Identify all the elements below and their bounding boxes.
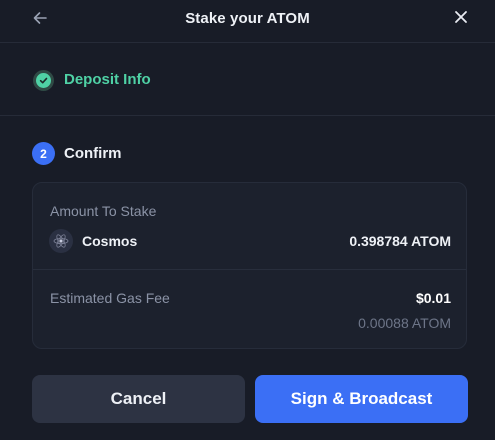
- stake-summary-card: Amount To Stake Cosmos 0.398784 ATOM Est…: [32, 182, 467, 349]
- modal-header: Stake your ATOM: [0, 0, 495, 43]
- check-circle-icon: [33, 70, 54, 91]
- stake-amount-value: 0.398784 ATOM: [349, 233, 451, 249]
- stake-modal: Stake your ATOM Deposit Info 2 Confirm A…: [0, 0, 495, 440]
- close-button[interactable]: [450, 8, 472, 30]
- modal-title: Stake your ATOM: [185, 10, 310, 27]
- step-label-confirm: Confirm: [64, 145, 122, 162]
- step-deposit-info[interactable]: Deposit Info: [0, 44, 495, 116]
- estimated-gas-fee-label: Estimated Gas Fee: [50, 290, 170, 306]
- step-label-deposit-info: Deposit Info: [64, 71, 151, 88]
- gas-fee-atom-value: 0.00088 ATOM: [358, 315, 451, 331]
- gas-fee-usd-value: $0.01: [415, 290, 451, 306]
- sign-broadcast-button[interactable]: Sign & Broadcast: [255, 375, 468, 423]
- cancel-button[interactable]: Cancel: [32, 375, 245, 423]
- cosmos-atom-icon: [49, 229, 73, 253]
- asset-name: Cosmos: [82, 233, 138, 249]
- close-icon: [454, 10, 468, 29]
- card-divider: [33, 269, 466, 270]
- amount-to-stake-label: Amount To Stake: [50, 203, 157, 219]
- step-number-badge: 2: [32, 142, 55, 165]
